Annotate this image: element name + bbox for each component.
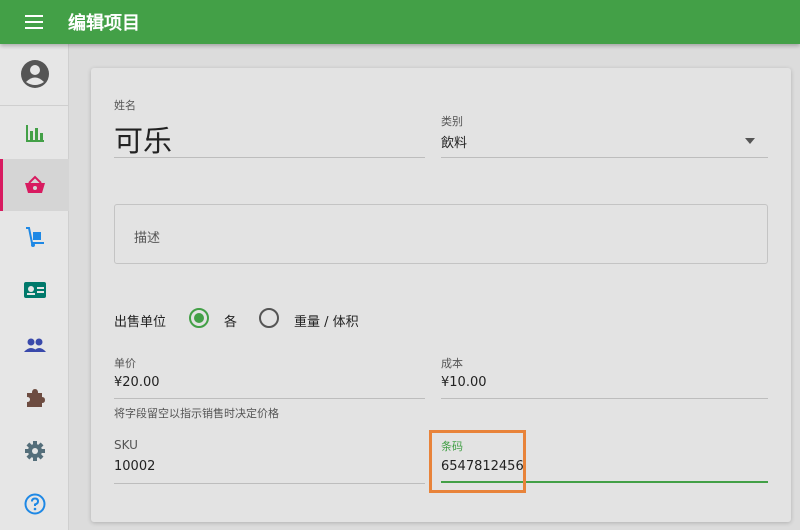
category-underline — [441, 157, 768, 158]
basket-icon — [24, 175, 45, 193]
sidebar-item-account[interactable] — [0, 48, 69, 100]
radio-weight-volume-label: 重量 / 体积 — [294, 315, 359, 330]
hand-truck-icon — [25, 227, 44, 247]
price-hint: 将字段留空以指示销售时决定价格 — [114, 407, 279, 420]
menu-icon[interactable] — [16, 10, 52, 34]
sidebar-item-inventory[interactable] — [0, 211, 69, 263]
sidebar-divider — [0, 105, 69, 106]
sidebar-item-items[interactable] — [0, 159, 69, 211]
account-circle-icon — [20, 60, 49, 88]
description-placeholder: 描述 — [134, 231, 161, 246]
help-icon — [24, 493, 45, 515]
bar-chart-icon — [25, 125, 44, 142]
name-label: 姓名 — [114, 99, 136, 112]
price-input[interactable]: ¥20.00 — [114, 375, 160, 390]
id-card-icon — [23, 282, 46, 298]
sku-label: SKU — [114, 438, 138, 452]
sidebar-item-customers[interactable] — [0, 319, 69, 371]
radio-each-label: 各 — [224, 315, 238, 330]
radio-weight-volume[interactable] — [259, 308, 279, 328]
description-input[interactable]: 描述 — [114, 204, 768, 264]
price-label: 单价 — [114, 357, 136, 370]
sell-unit-label: 出售单位 — [114, 315, 167, 330]
cost-label: 成本 — [441, 357, 463, 370]
sidebar-item-help[interactable] — [0, 478, 69, 530]
category-select[interactable]: 飲料 — [441, 132, 467, 151]
sidebar-item-reports[interactable] — [0, 107, 69, 159]
people-icon — [23, 338, 46, 352]
sidebar — [0, 44, 69, 530]
sku-input[interactable]: 10002 — [114, 459, 155, 474]
barcode-highlight-box — [429, 430, 526, 493]
app-bar: 编辑项目 — [0, 0, 800, 44]
sidebar-item-settings[interactable] — [0, 425, 69, 477]
gear-icon — [24, 441, 45, 461]
cost-underline — [441, 398, 768, 399]
radio-each[interactable] — [189, 308, 209, 328]
puzzle-icon — [26, 389, 45, 407]
cost-input[interactable]: ¥10.00 — [441, 375, 487, 390]
name-underline — [114, 157, 425, 158]
sidebar-item-addons[interactable] — [0, 372, 69, 424]
name-input[interactable]: 可乐 — [114, 118, 172, 160]
category-label: 类别 — [441, 115, 463, 128]
page-title: 编辑项目 — [68, 13, 140, 34]
dropdown-arrow-icon[interactable] — [744, 138, 756, 144]
price-underline — [114, 398, 425, 399]
sku-underline — [114, 483, 425, 484]
sidebar-item-staff[interactable] — [0, 264, 69, 316]
